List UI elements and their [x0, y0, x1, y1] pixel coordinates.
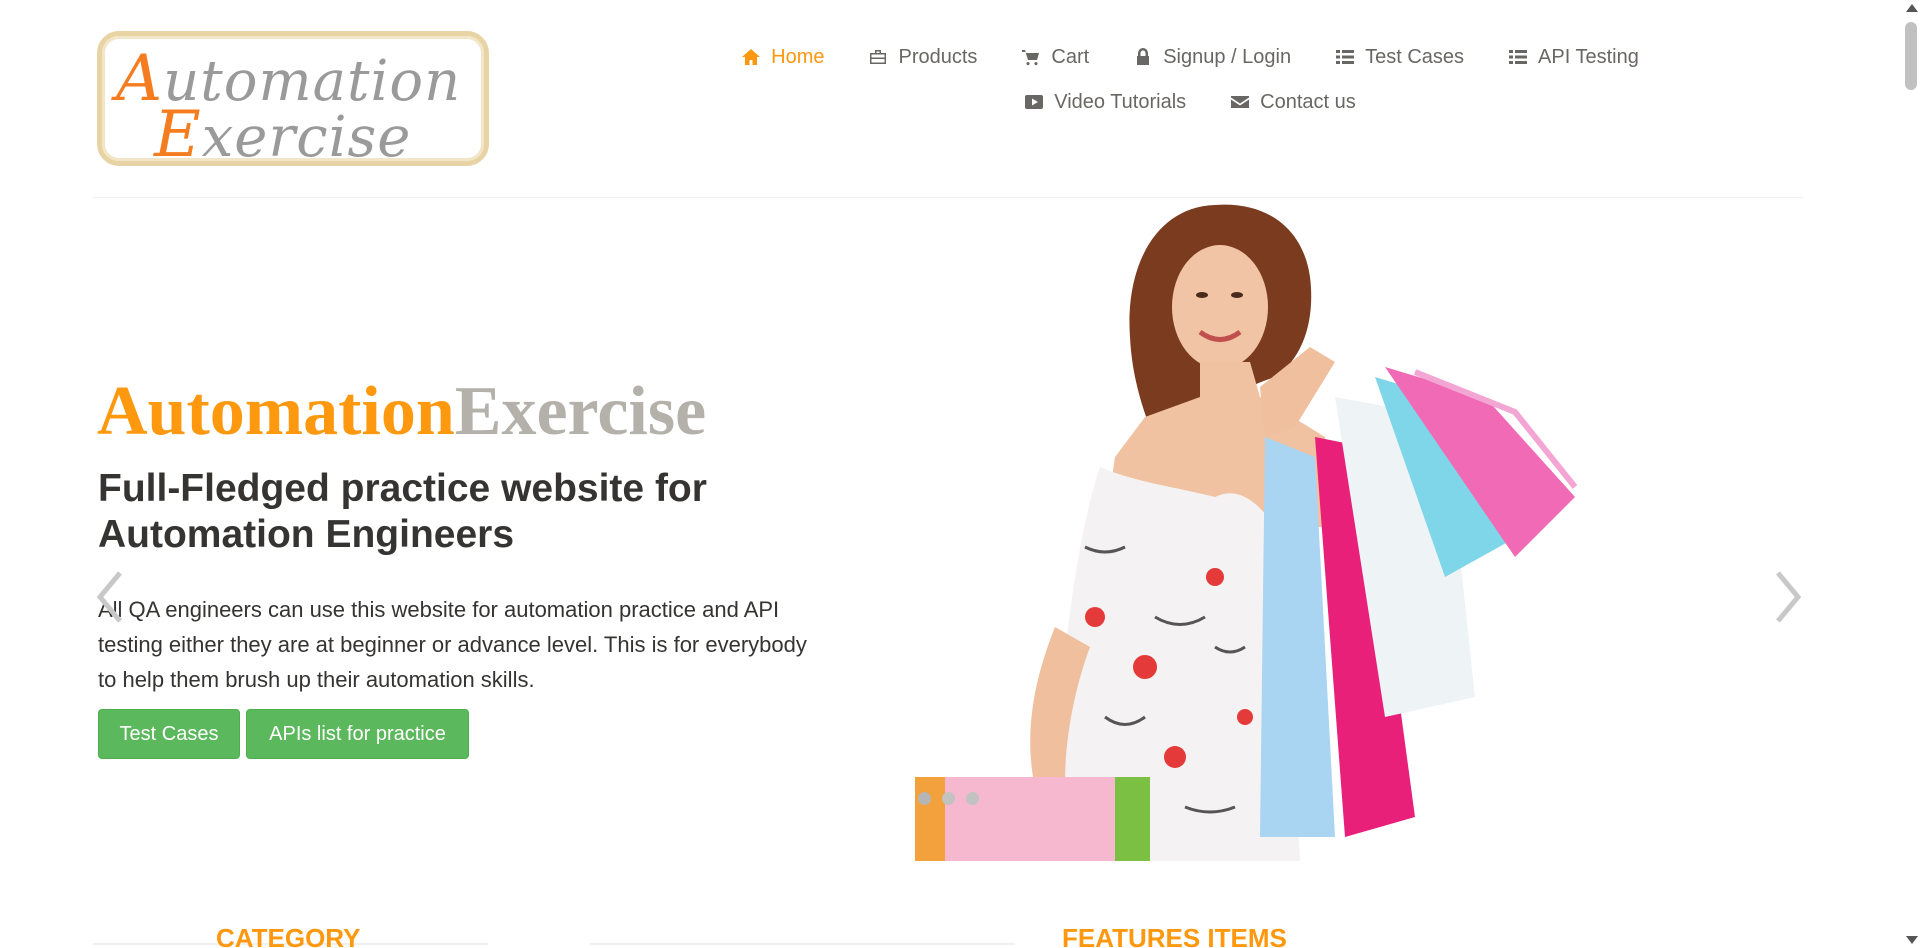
logo-line-2: Exercise [154, 98, 412, 172]
hero-image-girl-with-shopping-bags [915, 197, 1585, 861]
scroll-up-arrow-icon[interactable] [1906, 4, 1918, 12]
nav-cart[interactable]: Cart [1021, 42, 1089, 72]
category-heading: CATEGORY [216, 923, 361, 948]
lock-icon [1137, 48, 1150, 65]
nav-contact-us[interactable]: Contact us [1230, 87, 1356, 117]
slider-dot-3[interactable] [966, 792, 979, 805]
envelope-icon [1231, 96, 1250, 108]
apis-list-button[interactable]: APIs list for practice [246, 709, 469, 759]
home-icon [742, 49, 761, 65]
main-nav: Home Products Cart Signup / Login Test C… [690, 42, 1690, 132]
hero-description: All QA engineers can use this website fo… [98, 597, 807, 692]
nav-products[interactable]: Products [868, 42, 977, 72]
nav-row-1: Home Products Cart Signup / Login Test C… [690, 42, 1690, 72]
nav-row-2: Video Tutorials Contact us [690, 87, 1690, 117]
nav-api-testing[interactable]: API Testing [1508, 42, 1639, 72]
chevron-left-icon [96, 571, 122, 623]
hero-subtitle: Full-Fledged practice website for Automa… [98, 467, 707, 556]
nav-signup-login[interactable]: Signup / Login [1133, 42, 1291, 72]
nav-video-tutorials[interactable]: Video Tutorials [1024, 87, 1186, 117]
slider-dot-1[interactable] [918, 792, 931, 805]
site-logo[interactable]: Automation Exercise [97, 31, 489, 172]
chevron-right-icon [1776, 571, 1802, 623]
list-icon [1336, 50, 1355, 64]
slider-next-button[interactable] [1766, 567, 1806, 627]
content-divider [590, 943, 1015, 945]
hero-title: AutomationExercise [97, 373, 707, 450]
briefcase-icon [870, 50, 887, 64]
list-icon [1509, 50, 1528, 64]
youtube-play-icon [1025, 95, 1044, 109]
slider-dot-2[interactable] [942, 792, 955, 805]
slider-indicators [918, 792, 979, 805]
scroll-down-arrow-icon[interactable] [1906, 936, 1918, 944]
page-scrollbar[interactable] [1902, 0, 1920, 948]
scrollbar-thumb[interactable] [1905, 22, 1917, 90]
test-cases-button[interactable]: Test Cases [98, 709, 240, 759]
nav-test-cases[interactable]: Test Cases [1335, 42, 1464, 72]
cart-icon [1022, 50, 1040, 66]
features-items-heading: FEATURES ITEMS [1062, 923, 1287, 948]
slider-prev-button[interactable] [92, 567, 132, 627]
nav-home[interactable]: Home [741, 42, 824, 72]
